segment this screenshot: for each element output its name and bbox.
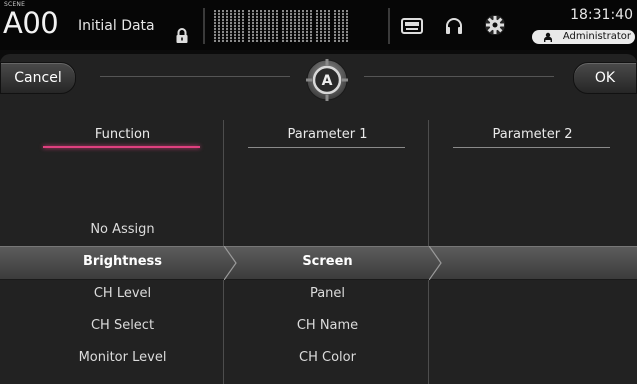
- parameter1-column-header[interactable]: Parameter 1: [225, 127, 430, 142]
- headphones-icon[interactable]: [445, 17, 463, 35]
- separator: [388, 8, 390, 44]
- recorder-icon[interactable]: [401, 18, 423, 34]
- meter-group: [282, 10, 312, 42]
- gear-icon[interactable]: [484, 14, 506, 36]
- meter-group: [316, 10, 330, 42]
- function-item-ch-select[interactable]: CH Select: [20, 318, 225, 333]
- user-defined-key-dialog: Cancel OK A Function Parameter 1 Paramet…: [0, 54, 637, 384]
- function-item-no-assign[interactable]: No Assign: [20, 222, 225, 237]
- parameter2-list[interactable]: [430, 154, 635, 384]
- parameter1-item-screen[interactable]: Screen: [225, 254, 430, 269]
- user-icon: [544, 32, 552, 42]
- title-rule: [364, 76, 554, 77]
- function-column-header[interactable]: Function: [20, 127, 225, 142]
- meter-group: [334, 10, 348, 42]
- parameter2-header-underline: [453, 147, 610, 148]
- parameter1-item-panel[interactable]: Panel: [225, 286, 430, 301]
- lock-icon: [176, 28, 188, 43]
- clock: 18:31:40: [570, 7, 633, 23]
- scene-title[interactable]: Initial Data: [78, 18, 155, 34]
- meter-group: [214, 10, 244, 42]
- function-item-brightness[interactable]: Brightness: [20, 254, 225, 269]
- meter-group: [248, 10, 278, 42]
- user-name: Administrator: [562, 31, 631, 42]
- parameter1-item-ch-name[interactable]: CH Name: [225, 318, 430, 333]
- badge-letter: A: [322, 73, 333, 89]
- parameter1-header-underline: [248, 147, 405, 148]
- separator: [203, 8, 205, 44]
- cancel-button[interactable]: Cancel: [0, 62, 76, 94]
- user-key-a-icon: A: [306, 59, 348, 101]
- scene-number[interactable]: A00: [3, 6, 59, 40]
- ok-button[interactable]: OK: [573, 62, 637, 94]
- level-meters[interactable]: [214, 10, 377, 42]
- status-bar: SCENE A00 Initial Data 18:31:40 Administ…: [0, 0, 637, 50]
- function-item-ch-level[interactable]: CH Level: [20, 286, 225, 301]
- function-header-underline: [43, 146, 200, 148]
- user-badge[interactable]: Administrator: [532, 30, 635, 44]
- parameter2-column-header[interactable]: Parameter 2: [430, 127, 635, 142]
- function-item-monitor-level[interactable]: Monitor Level: [20, 350, 225, 365]
- title-rule: [100, 76, 290, 77]
- parameter1-item-ch-color[interactable]: CH Color: [225, 350, 430, 365]
